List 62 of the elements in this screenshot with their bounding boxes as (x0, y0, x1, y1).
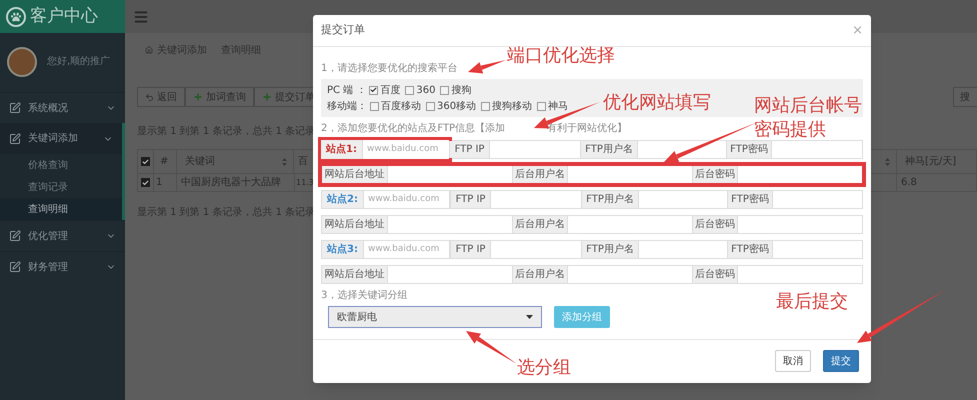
field-label: 网站后台地址 (322, 266, 388, 283)
annotation-text: 网站后台帐号 (754, 94, 862, 118)
plus-icon (262, 92, 272, 102)
checkbox[interactable] (426, 102, 435, 110)
checkbox-label[interactable]: 百度 (380, 82, 400, 98)
edit-icon (9, 102, 21, 114)
edit-icon (9, 230, 21, 242)
checkbox[interactable] (141, 178, 150, 187)
step-heading: 3，选择关键词分组 (321, 289, 408, 302)
checkbox-label[interactable]: 神马 (548, 98, 568, 114)
checkbox[interactable] (405, 86, 414, 94)
avatar (7, 46, 37, 76)
field-label: 后台用户名 (512, 166, 568, 183)
home-icon (145, 46, 153, 54)
checkbox[interactable] (369, 86, 378, 94)
checkbox[interactable] (481, 102, 490, 110)
checkbox-label[interactable]: 搜狗移动 (492, 98, 532, 114)
arrow (466, 331, 517, 364)
checkbox[interactable] (370, 102, 379, 110)
column-header: # (153, 150, 176, 173)
menu-item[interactable]: 关键词添加 (0, 123, 125, 154)
step-note: 有利于网站优化】 (547, 122, 628, 135)
annotation-text: 最后提交 (776, 290, 848, 314)
reply-icon (145, 92, 154, 102)
dialog-button[interactable]: 取消 (775, 350, 811, 372)
paw-icon (6, 6, 26, 26)
field-label: 网站后台地址 (322, 216, 388, 233)
arrow (468, 60, 506, 74)
annotation-text: 优化网站填写 (603, 91, 711, 115)
dialog-title: 提交订单 (321, 22, 365, 38)
field-label: 后台密码 (692, 266, 738, 283)
field-label: 网站后台地址 (322, 166, 388, 183)
annotation-text: 选分组 (517, 356, 571, 380)
checkbox[interactable] (440, 86, 450, 94)
edit-icon (9, 261, 21, 273)
annotation-text: 端口优化选择 (507, 44, 615, 68)
field-label: 后台密码 (692, 216, 738, 233)
step-heading: 1，请选择您要优化的搜索平台 (321, 62, 458, 75)
checkbox[interactable] (141, 157, 150, 166)
dialog-button[interactable]: 提交 (823, 350, 859, 372)
sort-icon[interactable] (282, 158, 287, 166)
checkbox-label[interactable]: 百度移动 (381, 98, 421, 114)
checkbox-label[interactable]: 360 (416, 82, 436, 98)
edit-icon (9, 132, 21, 144)
sort-icon[interactable] (885, 158, 890, 166)
checkbox-label[interactable]: 搜狗 (451, 82, 472, 98)
logo-text: 客户中心 (30, 4, 98, 28)
platform-label: 移动端： (327, 100, 367, 114)
plus-icon (193, 92, 203, 102)
checkbox[interactable] (537, 102, 546, 110)
checkbox-label[interactable]: 360移动 (437, 98, 476, 114)
menu-icon[interactable] (133, 8, 149, 24)
platform-label: PC 端 ： (327, 84, 366, 98)
field-label: 后台用户名 (512, 216, 568, 233)
group-select[interactable]: 欧蕾厨电 (328, 306, 542, 328)
field-label: 后台用户名 (512, 266, 568, 283)
submenu-item[interactable]: 查询明细 (0, 198, 125, 220)
greeting: 您好,顺的推广 (47, 54, 110, 69)
annotation-text: 密码提供 (754, 118, 826, 142)
caret-icon (526, 315, 533, 319)
field-label: 后台密码 (692, 166, 738, 183)
step-heading: 2，添加您要优化的站点及FTP信息【添加 (321, 122, 506, 135)
